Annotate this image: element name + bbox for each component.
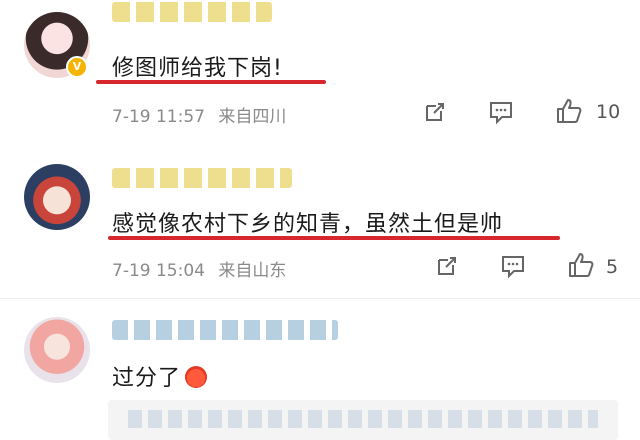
like-count: 10	[596, 101, 621, 123]
comment-item: V 修图师给我下岗! 7-19 11:57 来自四川 10	[0, 0, 640, 140]
angry-face-emoji-icon	[185, 366, 208, 388]
comment-text: 过分了	[112, 360, 208, 392]
thumbs-up-icon[interactable]	[555, 97, 583, 125]
avatar[interactable]	[24, 164, 90, 230]
verified-badge-icon: V	[66, 56, 88, 78]
thumbs-up-icon[interactable]	[567, 251, 595, 279]
comment-location: 来自四川	[218, 107, 287, 127]
comment-text: 感觉像农村下乡的知青，虽然土但是帅	[112, 212, 504, 237]
comment-time: 7-19 11:57	[112, 107, 205, 127]
comment-time: 7-19 15:04	[112, 261, 205, 281]
comment-item: 感觉像农村下乡的知青，虽然土但是帅 7-19 15:04 来自山东 5	[0, 140, 640, 290]
reply-preview-box[interactable]	[108, 400, 618, 440]
comment-meta: 7-19 15:04 来自山东	[112, 256, 286, 281]
comment-icon[interactable]	[500, 253, 526, 279]
divider	[0, 298, 640, 299]
comment-text-content: 过分了	[112, 366, 182, 391]
comment-text: 修图师给我下岗!	[112, 56, 283, 81]
share-icon[interactable]	[434, 253, 460, 279]
comment-location: 来自山东	[218, 261, 287, 281]
red-underline	[96, 80, 326, 84]
comment-meta: 7-19 11:57 来自四川	[112, 102, 286, 127]
comment-icon[interactable]	[488, 99, 514, 125]
red-underline	[108, 236, 560, 240]
username-redacted[interactable]	[112, 168, 292, 188]
like-count: 5	[606, 256, 619, 278]
username-redacted[interactable]	[112, 2, 272, 22]
share-icon[interactable]	[422, 99, 448, 125]
reply-preview-redacted	[128, 410, 598, 428]
username-redacted[interactable]	[112, 320, 338, 340]
avatar[interactable]	[24, 317, 90, 383]
